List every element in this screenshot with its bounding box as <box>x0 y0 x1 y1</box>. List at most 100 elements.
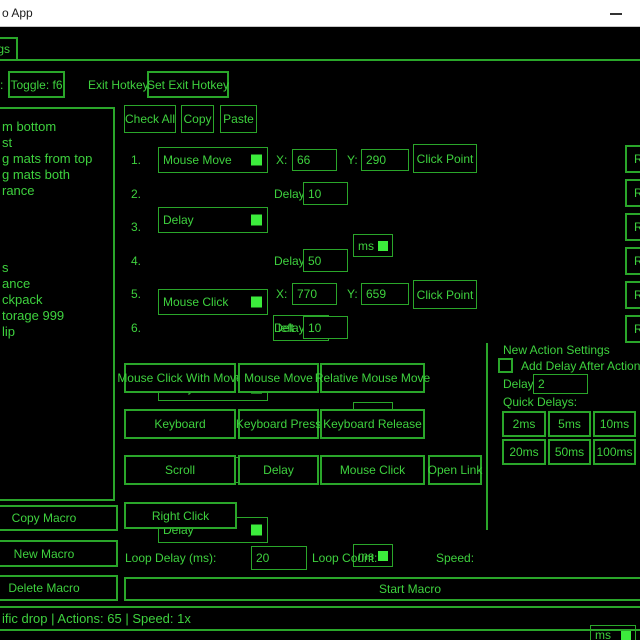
button-label: Keyboard Release <box>323 417 422 431</box>
check-all-button[interactable]: Check All <box>124 105 176 133</box>
add-relative-mouse-move-button[interactable]: Relative Mouse Move <box>320 363 425 393</box>
remove-row-button[interactable]: R <box>625 213 640 241</box>
add-right-click-button[interactable]: Right Click <box>124 502 237 529</box>
macro-list-item[interactable]: rance <box>2 183 35 198</box>
action-type-select[interactable]: Mouse Move <box>158 147 268 173</box>
start-macro-label: Start Macro <box>379 582 441 596</box>
button-label: 100ms <box>596 445 632 459</box>
delay-input[interactable]: 50 <box>303 249 348 272</box>
delay-label: Delay <box>274 181 305 207</box>
loop-delay-label: Loop Delay (ms): <box>125 546 216 570</box>
click-point-label: Click Point <box>417 152 474 166</box>
remove-row-button[interactable]: R <box>625 247 640 275</box>
remove-row-label: R <box>634 186 640 200</box>
quick-delays-label: Quick Delays: <box>503 395 577 409</box>
macro-list-item[interactable]: ckpack <box>2 292 42 307</box>
action-type-select[interactable]: Delay <box>158 207 268 233</box>
macro-list-item[interactable]: m bottom <box>2 119 56 134</box>
delay-input[interactable]: 10 <box>303 182 348 205</box>
quick-delay-2ms-button[interactable]: 2ms <box>502 411 546 437</box>
click-point-label: Click Point <box>417 288 474 302</box>
add-open-link-button[interactable]: Open Link <box>428 455 482 485</box>
button-label: Open Link <box>428 463 483 477</box>
add-keyboard-press-button[interactable]: Keyboard Press <box>238 409 319 439</box>
add-keyboard-release-button[interactable]: Keyboard Release <box>320 409 425 439</box>
click-point-button[interactable]: Click Point <box>413 280 477 309</box>
delete-macro-button[interactable]: Delete Macro <box>0 575 118 601</box>
action-type-value: Delay <box>163 213 194 227</box>
quick-delay-20ms-button[interactable]: 20ms <box>502 439 546 465</box>
button-label: Mouse Move <box>244 371 313 385</box>
add-delay-after-action-checkbox[interactable] <box>498 358 513 373</box>
loop-delay-value: 20 <box>256 551 269 565</box>
new-action-delay-input[interactable]: 2 <box>533 374 588 394</box>
add-mouse-click-button[interactable]: Mouse Click <box>320 455 425 485</box>
y-value: 290 <box>366 153 386 167</box>
macro-list-item[interactable]: g mats both <box>2 167 70 182</box>
status-bar-bottom-border <box>0 629 640 631</box>
delay-input[interactable]: 10 <box>303 316 348 339</box>
new-action-settings-title: New Action Settings <box>503 343 610 357</box>
action-type-select[interactable]: Mouse Click <box>158 289 268 315</box>
add-mouse-click-with-move-button[interactable]: Mouse Click With Move <box>124 363 236 393</box>
remove-row-label: R <box>634 220 640 234</box>
new-action-delay-label: Delay: <box>503 374 537 394</box>
x-input[interactable]: 66 <box>292 149 337 171</box>
add-delay-after-action-label: Add Delay After Action <box>521 358 640 373</box>
quick-delay-5ms-button[interactable]: 5ms <box>548 411 591 437</box>
y-input[interactable]: 659 <box>361 283 409 305</box>
toggle-hotkey-button[interactable]: Toggle: f6 <box>8 71 65 98</box>
remove-row-button[interactable]: R <box>625 179 640 207</box>
row-number: 4. <box>131 248 141 274</box>
delay-unit-value: ms <box>358 239 374 253</box>
hotkey-label-cut: : <box>0 71 3 98</box>
button-label: Delay <box>263 463 294 477</box>
remove-row-button[interactable]: R <box>625 145 640 173</box>
new-action-delay-value: 2 <box>538 377 545 391</box>
minimize-icon[interactable] <box>610 13 622 15</box>
add-scroll-button[interactable]: Scroll <box>124 455 236 485</box>
button-label: Mouse Click <box>340 463 405 477</box>
new-action-delay-unit-select[interactable]: ms <box>590 625 636 640</box>
x-value: 66 <box>297 153 310 167</box>
tab-settings[interactable]: gs <box>0 37 18 61</box>
loop-delay-input[interactable]: 20 <box>251 546 307 570</box>
x-input[interactable]: 770 <box>292 283 337 305</box>
speed-label: Speed: <box>436 546 474 570</box>
check-all-label: Check All <box>125 112 175 126</box>
remove-row-button[interactable]: R <box>625 315 640 343</box>
row-number: 5. <box>131 281 141 307</box>
add-mouse-move-button[interactable]: Mouse Move <box>238 363 319 393</box>
button-label: Relative Mouse Move <box>315 371 430 385</box>
status-bar-top-border <box>0 606 640 608</box>
x-value: 770 <box>297 287 317 301</box>
copy-macro-button[interactable]: Copy Macro <box>0 505 118 531</box>
copy-macro-label: Copy Macro <box>12 511 77 525</box>
quick-delay-10ms-button[interactable]: 10ms <box>593 411 636 437</box>
quick-delay-100ms-button[interactable]: 100ms <box>593 439 636 465</box>
click-point-button[interactable]: Click Point <box>413 144 477 173</box>
paste-button[interactable]: Paste <box>220 105 257 133</box>
start-macro-button[interactable]: Start Macro <box>124 577 640 601</box>
copy-button[interactable]: Copy <box>181 105 214 133</box>
button-label: 20ms <box>509 445 538 459</box>
x-label: X: <box>276 281 287 307</box>
button-label: 50ms <box>555 445 584 459</box>
remove-row-button[interactable]: R <box>625 281 640 309</box>
quick-delay-50ms-button[interactable]: 50ms <box>548 439 591 465</box>
new-macro-button[interactable]: New Macro <box>0 540 118 567</box>
add-keyboard-button[interactable]: Keyboard <box>124 409 236 439</box>
macro-list-item[interactable]: lip <box>2 324 15 339</box>
set-exit-hotkey-button[interactable]: Set Exit Hotkey <box>147 71 229 98</box>
y-input[interactable]: 290 <box>361 149 409 171</box>
macro-list-item[interactable]: g mats from top <box>2 151 92 166</box>
button-label: Keyboard Press <box>236 417 321 431</box>
macro-list-item[interactable]: s <box>2 260 9 275</box>
dropdown-arrow-icon <box>251 297 262 308</box>
add-delay-button[interactable]: Delay <box>238 455 319 485</box>
row-number: 3. <box>131 214 141 240</box>
macro-list-item[interactable]: torage 999 <box>2 308 64 323</box>
macro-list-item[interactable]: ance <box>2 276 30 291</box>
macro-list-item[interactable]: st <box>2 135 12 150</box>
delay-unit-select[interactable]: ms <box>353 234 393 257</box>
